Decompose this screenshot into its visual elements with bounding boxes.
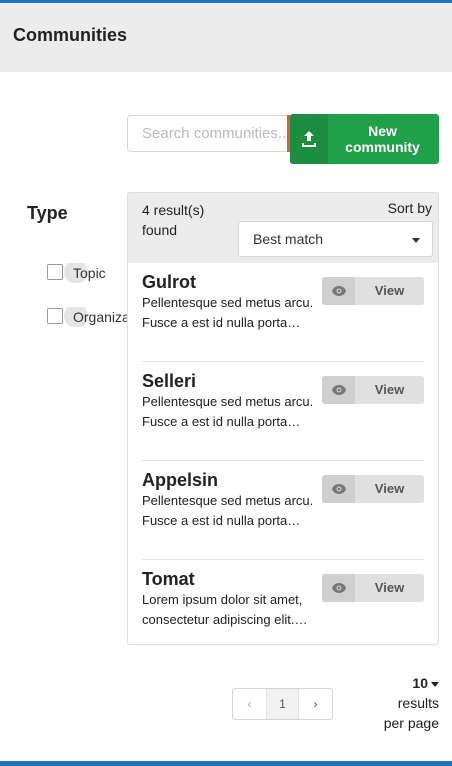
caret-down-icon (431, 681, 439, 687)
community-description: Pellentesque sed metus arcu. Fusce a est… (142, 295, 314, 330)
view-button[interactable]: View (322, 475, 424, 503)
results-header: 4 result(s) found Sort by Best match (128, 193, 438, 263)
page-title: Communities (13, 25, 128, 45)
view-button[interactable]: View (322, 376, 424, 404)
results-panel: 4 result(s) found Sort by Best match Gul… (127, 192, 439, 645)
community-name[interactable]: Gulrot (142, 272, 196, 293)
view-button[interactable]: View (322, 277, 424, 305)
eye-icon (332, 484, 346, 494)
search-input[interactable] (128, 116, 289, 151)
page-1-button[interactable]: 1 (266, 689, 299, 719)
per-page-dropdown[interactable]: 10 (379, 673, 439, 693)
new-community-button[interactable]: New community (290, 114, 439, 164)
eye-icon (332, 385, 346, 395)
community-description: Lorem ipsum dolor sit amet, consectetur … (142, 592, 308, 627)
prev-page-button[interactable]: ‹ (233, 689, 266, 719)
community-description: Pellentesque sed metus arcu. Fusce a est… (142, 493, 314, 528)
facet-topic-label: Topic (73, 265, 106, 281)
view-label: View (374, 580, 405, 595)
eye-icon (332, 583, 346, 593)
view-label: View (374, 382, 405, 397)
chevron-down-icon (412, 238, 420, 243)
view-label: View (374, 283, 405, 298)
eye-icon-container (322, 475, 355, 503)
sort-value: Best match (253, 231, 324, 247)
new-community-label: New community (345, 123, 420, 155)
sort-dropdown[interactable]: Best match (238, 221, 433, 257)
community-name[interactable]: Appelsin (142, 470, 218, 491)
community-item-tomat: Tomat Lorem ipsum dolor sit amet, consec… (142, 560, 424, 644)
community-item-appelsin: Appelsin Pellentesque sed metus arcu. Fu… (142, 461, 424, 560)
eye-icon-container (322, 574, 355, 602)
bottom-accent-bar (0, 761, 452, 766)
results-count: 4 result(s) found (142, 202, 205, 238)
per-page-label: results per page (383, 695, 439, 731)
eye-icon (332, 286, 346, 296)
community-item-selleri: Selleri Pellentesque sed metus arcu. Fus… (142, 362, 424, 461)
eye-icon-container (322, 376, 355, 404)
pagination: ‹ 1 › (232, 688, 333, 720)
view-label: View (374, 481, 405, 496)
facet-organization-label: Organization (73, 309, 127, 325)
next-page-button[interactable]: › (299, 689, 332, 719)
community-name[interactable]: Selleri (142, 371, 196, 392)
community-item-gulrot: Gulrot Pellentesque sed metus arcu. Fusc… (142, 263, 424, 362)
per-page-selector: 10 results per page (379, 673, 439, 733)
facet-organization[interactable]: Organization (47, 307, 127, 327)
eye-icon-container (322, 277, 355, 305)
per-page-value: 10 (412, 675, 428, 691)
view-button[interactable]: View (322, 574, 424, 602)
topic-checkbox[interactable] (47, 264, 63, 280)
type-facet-title: Type (27, 203, 68, 223)
community-description: Pellentesque sed metus arcu. Fusce a est… (142, 394, 314, 429)
sort-label: Sort by (387, 200, 432, 216)
community-name[interactable]: Tomat (142, 569, 195, 590)
upload-icon (302, 131, 316, 147)
organization-checkbox[interactable] (47, 308, 63, 324)
search-box (127, 115, 289, 152)
upload-icon-container (290, 114, 328, 164)
page-header: Communities (0, 3, 452, 72)
facet-topic[interactable]: Topic (47, 263, 137, 283)
